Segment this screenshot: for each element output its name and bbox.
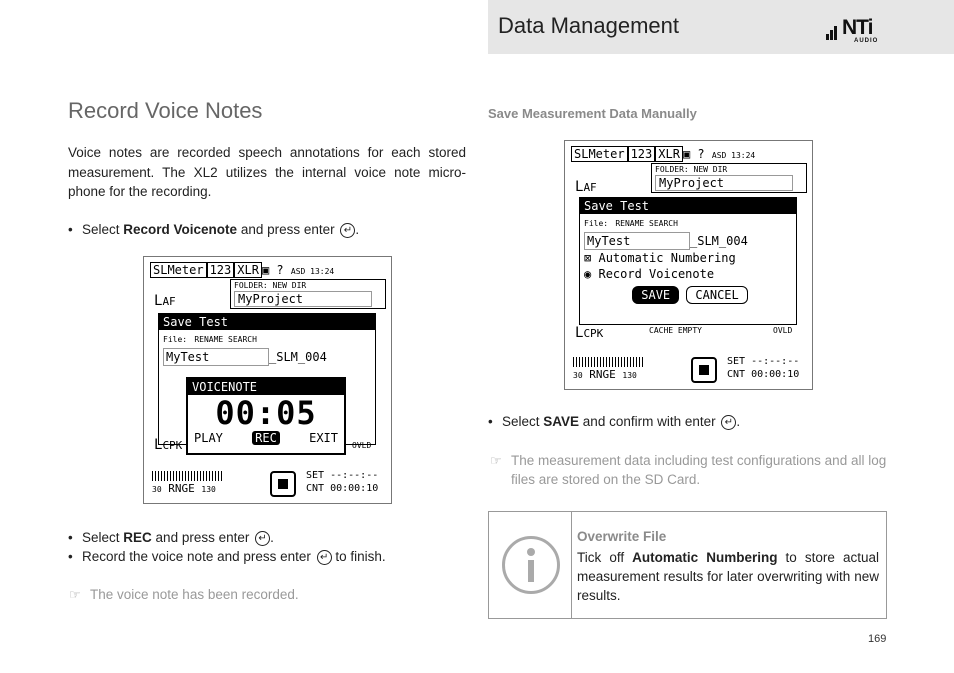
stop-icon xyxy=(270,471,296,497)
bullet-select-save: • Select SAVE and confirm with enter ↵. xyxy=(488,414,741,430)
voicenote-overlay: VOICENOTE 00:05 PLAY REC EXIT xyxy=(186,377,346,455)
heading-record-voice-notes: Record Voice Notes xyxy=(68,98,263,123)
pointing-hand-icon: ☞ xyxy=(69,587,81,602)
enter-key-icon: ↵ xyxy=(316,550,332,565)
subheading-save-manually: Save Measurement Data Manually xyxy=(488,106,697,121)
play-button[interactable]: PLAY xyxy=(194,431,223,445)
device-screen-save: SLMeter 123 XLR ▣ ? ASD 13:24 LAF FOLDER: N… xyxy=(564,140,813,390)
cancel-button[interactable]: CANCEL xyxy=(686,286,748,304)
bullet-select-rec: • Select REC and press enter ↵. xyxy=(68,530,274,546)
lcpk-label: LCPK xyxy=(154,437,183,453)
screen-top-bar: SLMeter 123 XLR ▣ ? ASD 13:24 xyxy=(150,262,334,278)
record-voicenote-option[interactable]: ◉ Record Voicenote xyxy=(580,266,796,282)
logo-text: NTi xyxy=(842,16,873,39)
exit-button[interactable]: EXIT xyxy=(309,431,338,445)
voicenote-timer: 00:05 xyxy=(215,394,317,432)
page-number: 169 xyxy=(868,633,887,645)
nti-audio-logo: NTi AUDIO xyxy=(826,16,884,44)
folder-box: FOLDER: NEW DIR MyProject xyxy=(651,163,807,193)
range-readout: 30 RNGE 130 xyxy=(152,469,222,495)
section-title: Data Management xyxy=(498,13,679,38)
device-screen-voicenote: SLMeter 123 XLR ▣ ? ASD 13:24 LAF FOLDER: N… xyxy=(143,256,392,504)
bullet-record-voice-note: • Record the voice note and press enter ↵… xyxy=(68,549,386,565)
range-readout: 30 RNGE 130 xyxy=(573,355,643,381)
overwrite-file-info-box: Overwrite File Tick off Automatic Number… xyxy=(488,511,887,619)
pointing-hand-icon: ☞ xyxy=(490,453,502,468)
info-icon xyxy=(502,536,560,594)
intro-paragraph: Voice notes are recorded speech annotati… xyxy=(68,145,466,199)
enter-key-icon: ↵ xyxy=(340,223,356,238)
laf-label: LAF xyxy=(154,293,176,309)
logo-subtext: AUDIO xyxy=(854,38,879,44)
info-text: Tick off Automatic Numbering to store ac… xyxy=(577,550,879,603)
bullet-select-record-voicenote: • Select Record Voicenote and press enter… xyxy=(68,222,360,238)
logo-bars-icon xyxy=(826,22,838,40)
save-button[interactable]: SAVE xyxy=(632,286,680,304)
checkbox-icon: ⊠ xyxy=(584,251,592,265)
info-title: Overwrite File xyxy=(577,529,667,544)
stop-icon xyxy=(691,357,717,383)
rec-button[interactable]: REC xyxy=(252,431,280,445)
note-voice-recorded: ☞ The voice note has been recorded. xyxy=(69,587,299,602)
page-header: Data Management NTi AUDIO xyxy=(488,0,954,54)
screen-top-bar: SLMeter 123 XLR ▣ ? ASD 13:24 xyxy=(571,146,755,162)
enter-key-icon: ↵ xyxy=(721,415,737,430)
lcpk-label: LCPK xyxy=(575,325,604,341)
enter-key-icon: ↵ xyxy=(255,531,271,546)
note-data-stored: ☞ The measurement data including test con… xyxy=(490,453,887,487)
laf-label: LAF xyxy=(575,179,597,195)
automatic-numbering-checkbox[interactable]: ⊠ Automatic Numbering xyxy=(580,250,796,266)
save-test-dialog: Save Test File: RENAME SEARCH MyTest _SLM… xyxy=(579,197,797,325)
lips-icon: ◉ xyxy=(584,267,592,281)
folder-box: FOLDER: NEW DIR MyProject xyxy=(230,279,386,309)
